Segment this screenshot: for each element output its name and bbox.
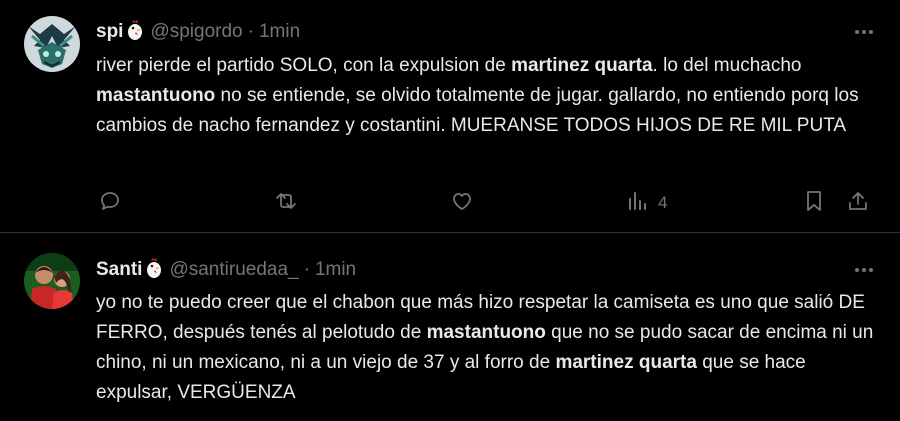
views-button[interactable]: 4 [626, 188, 667, 218]
share-button[interactable] [846, 188, 870, 218]
action-bar: 4 [96, 188, 876, 218]
bookmark-icon [802, 189, 826, 218]
chicken-emoji-icon [145, 258, 163, 278]
separator-dot: · [303, 259, 310, 280]
separator-dot: · [247, 21, 254, 42]
retweet-icon [274, 189, 298, 218]
tweet-text: yo no te puedo creer que el chabon que m… [96, 288, 886, 408]
more-horizontal-icon[interactable] [852, 22, 876, 42]
display-name[interactable]: spi [96, 21, 123, 42]
like-icon [450, 189, 474, 218]
text-segment: river pierde el partido SOLO, con la exp… [96, 55, 512, 76]
user-handle[interactable]: @santiruedaa_ [169, 259, 298, 280]
bold-text-segment: mastantuono [426, 322, 546, 343]
retweet-button[interactable] [274, 188, 298, 218]
tweet-header: Santi @santiruedaa_ · 1min [96, 258, 356, 281]
views-icon [626, 189, 650, 218]
share-icon [846, 189, 870, 218]
display-name[interactable]: Santi [96, 259, 142, 280]
bold-text-segment: martinez quarta [511, 55, 653, 76]
tweet[interactable]: Santi @santiruedaa_ · 1min yo no te puedo c… [0, 233, 900, 421]
reply-button[interactable] [98, 188, 122, 218]
tweet-header: spi @spigordo · 1min [96, 20, 300, 43]
views-count: 4 [658, 193, 668, 212]
reply-icon [98, 189, 122, 218]
tweet-text: river pierde el partido SOLO, con la exp… [96, 51, 886, 141]
bold-text-segment: mastantuono [96, 85, 216, 106]
bold-text-segment: martinez quarta [555, 352, 697, 373]
avatar[interactable] [24, 16, 80, 72]
like-button[interactable] [450, 188, 474, 218]
timestamp[interactable]: 1min [259, 21, 300, 42]
more-horizontal-icon[interactable] [852, 260, 876, 280]
avatar[interactable] [24, 253, 80, 309]
chicken-emoji-icon [126, 20, 144, 40]
text-segment: . lo del muchacho [652, 55, 802, 76]
bookmark-button[interactable] [802, 188, 826, 218]
tweet[interactable]: spi @spigordo · 1min river pierde el partid… [0, 0, 900, 232]
user-handle[interactable]: @spigordo [150, 21, 242, 42]
timestamp[interactable]: 1min [315, 259, 356, 280]
